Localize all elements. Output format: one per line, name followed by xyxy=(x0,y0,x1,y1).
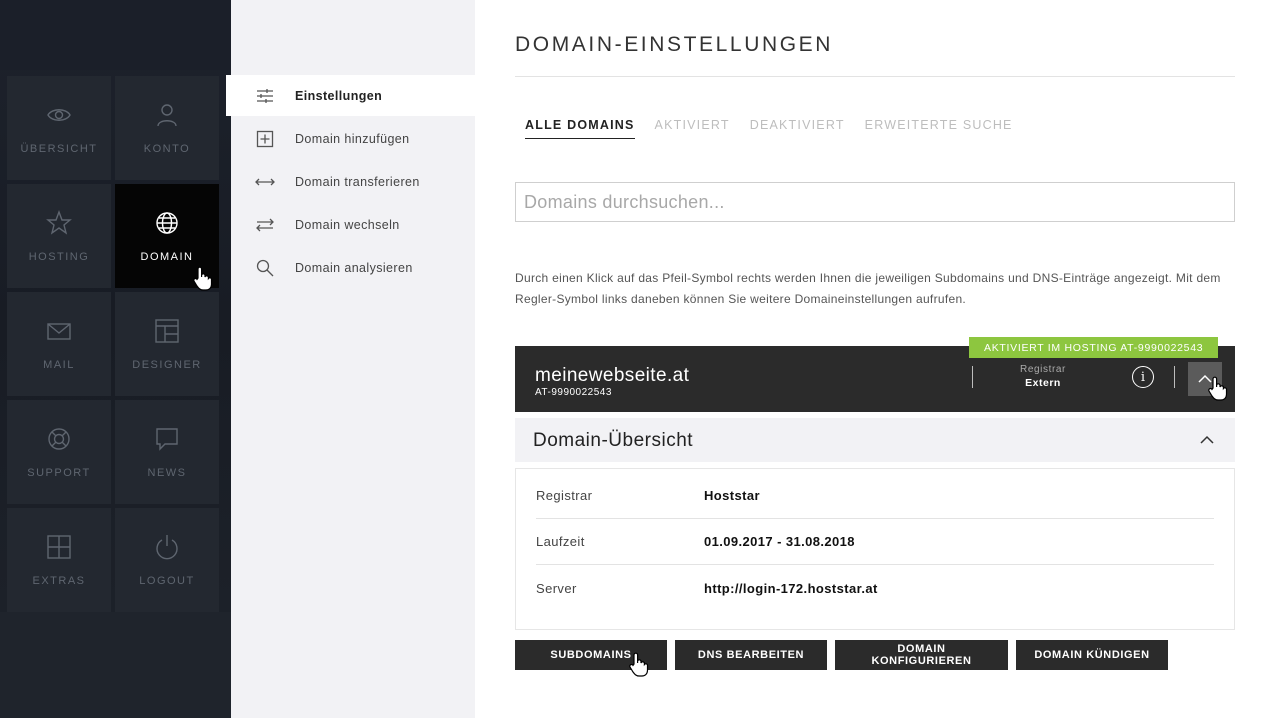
subdomains-button[interactable]: SUBDOMAINS xyxy=(515,640,667,670)
info-button[interactable]: i xyxy=(1132,366,1154,388)
overview-table: Registrar Hoststar Laufzeit 01.09.2017 -… xyxy=(515,468,1235,630)
user-icon xyxy=(153,101,181,129)
dns-bearbeiten-button[interactable]: DNS BEARBEITEN xyxy=(675,640,827,670)
power-icon xyxy=(153,533,181,561)
row-key: Laufzeit xyxy=(536,534,585,549)
info-icon: i xyxy=(1140,369,1146,385)
domain-search-input[interactable] xyxy=(515,182,1235,222)
sliders-icon xyxy=(255,86,275,106)
plus-box-icon xyxy=(255,129,275,149)
tile-label: KONTO xyxy=(143,143,191,155)
subnav-item-label: Domain wechseln xyxy=(295,217,400,232)
domain-konfigurieren-button[interactable]: DOMAIN KONFIGURIEREN xyxy=(835,640,1008,670)
status-badge: AKTIVIERT IM HOSTING AT-9990022543 xyxy=(969,337,1219,358)
tile-label: DESIGNER xyxy=(132,359,202,371)
subnav-item-domain-hinzufuegen[interactable]: Domain hinzufügen xyxy=(226,118,475,159)
registrar-value: Extern xyxy=(1025,377,1061,389)
speech-bubble-icon xyxy=(153,425,181,453)
envelope-icon xyxy=(45,317,73,345)
registrar-info: Registrar Extern xyxy=(993,364,1093,389)
row-value: Hoststar xyxy=(704,488,760,503)
subnav-item-label: Einstellungen xyxy=(295,88,383,103)
table-row: Laufzeit 01.09.2017 - 31.08.2018 xyxy=(536,519,1214,565)
tile-mail[interactable]: MAIL xyxy=(7,292,111,396)
lifebuoy-icon xyxy=(45,425,73,453)
tile-logout[interactable]: LOGOUT xyxy=(115,508,219,612)
arrows-horizontal-icon xyxy=(255,172,275,192)
tile-konto[interactable]: KONTO xyxy=(115,76,219,180)
tile-designer[interactable]: DESIGNER xyxy=(115,292,219,396)
subnav-item-domain-analysieren[interactable]: Domain analysieren xyxy=(226,247,475,288)
row-value: http://login-172.hoststar.at xyxy=(704,580,878,596)
layout-icon xyxy=(153,317,181,345)
subnav-item-domain-wechseln[interactable]: Domain wechseln xyxy=(226,204,475,245)
table-row: Registrar Hoststar xyxy=(536,473,1214,519)
tile-extras[interactable]: EXTRAS xyxy=(7,508,111,612)
tile-menu-bottom-background xyxy=(0,612,231,718)
tile-label: MAIL xyxy=(43,359,75,371)
row-key: Server xyxy=(536,580,577,596)
subnav-item-label: Domain transferieren xyxy=(295,174,420,189)
domain-id: AT-9990022543 xyxy=(535,387,612,398)
tile-menu-top-background xyxy=(0,0,231,70)
separator xyxy=(972,366,973,388)
hint-text: Durch einen Klick auf das Pfeil-Symbol r… xyxy=(515,271,1221,306)
overview-header[interactable]: Domain-Übersicht xyxy=(515,418,1235,462)
domain-card-header: AKTIVIERT IM HOSTING AT-9990022543 meine… xyxy=(515,337,1235,412)
main-content: DOMAIN-EINSTELLUNGEN ALLE DOMAINS AKTIVI… xyxy=(475,0,1274,718)
tab-erweiterte-suche[interactable]: ERWEITERTE SUCHE xyxy=(865,118,1013,139)
row-key: Registrar xyxy=(536,488,593,503)
tile-uebersicht[interactable]: ÜBERSICHT xyxy=(7,76,111,180)
chevron-up-icon[interactable] xyxy=(1199,432,1215,448)
magnifier-icon xyxy=(255,258,275,278)
subnav-item-label: Domain hinzufügen xyxy=(295,131,410,146)
domain-name: meinewebseite.at xyxy=(535,365,690,386)
star-icon xyxy=(45,209,73,237)
subnav-item-label: Domain analysieren xyxy=(295,260,413,275)
table-row: Server http://login-172.hoststar.at xyxy=(536,565,1214,611)
collapse-toggle-button[interactable] xyxy=(1188,362,1222,396)
tile-label: LOGOUT xyxy=(139,575,195,587)
tile-label: EXTRAS xyxy=(32,575,86,587)
title-divider xyxy=(515,76,1235,77)
subnav-item-domain-transferieren[interactable]: Domain transferieren xyxy=(226,161,475,202)
tile-label: SUPPORT xyxy=(27,467,91,479)
tile-label: NEWS xyxy=(147,467,187,479)
page-title: DOMAIN-EINSTELLUNGEN xyxy=(515,33,834,56)
tab-deaktiviert[interactable]: DEAKTIVIERT xyxy=(750,118,845,139)
separator xyxy=(1174,366,1175,388)
tile-domain[interactable]: DOMAIN xyxy=(115,184,219,288)
tile-hosting[interactable]: HOSTING xyxy=(7,184,111,288)
tab-aktiviert[interactable]: AKTIVIERT xyxy=(655,118,730,139)
domain-kuendigen-button[interactable]: DOMAIN KÜNDIGEN xyxy=(1016,640,1168,670)
domain-actions: SUBDOMAINS DNS BEARBEITEN DOMAIN KONFIGU… xyxy=(515,640,1168,670)
tab-alle-domains[interactable]: ALLE DOMAINS xyxy=(525,118,635,139)
subnav-item-einstellungen[interactable]: Einstellungen xyxy=(226,75,475,116)
plus-box-icon xyxy=(45,533,73,561)
domain-sub-navigation: Einstellungen Domain hinzufügen Domain t… xyxy=(226,0,475,718)
domain-filter-tabs: ALLE DOMAINS AKTIVIERT DEAKTIVIERT ERWEI… xyxy=(525,118,1013,139)
swap-arrows-icon xyxy=(255,215,275,235)
tile-news[interactable]: NEWS xyxy=(115,400,219,504)
tile-label: HOSTING xyxy=(28,251,90,263)
globe-icon xyxy=(153,209,181,237)
tile-label: DOMAIN xyxy=(140,251,194,263)
eye-icon xyxy=(45,101,73,129)
main-tile-menu: ÜBERSICHT KONTO HOSTING DOMAIN MAIL DESI… xyxy=(0,0,231,718)
registrar-key: Registrar xyxy=(1020,364,1066,375)
tile-label: ÜBERSICHT xyxy=(20,143,98,155)
overview-title: Domain-Übersicht xyxy=(533,430,694,451)
row-value: 01.09.2017 - 31.08.2018 xyxy=(704,534,855,549)
chevron-up-icon xyxy=(1197,371,1213,387)
tile-support[interactable]: SUPPORT xyxy=(7,400,111,504)
